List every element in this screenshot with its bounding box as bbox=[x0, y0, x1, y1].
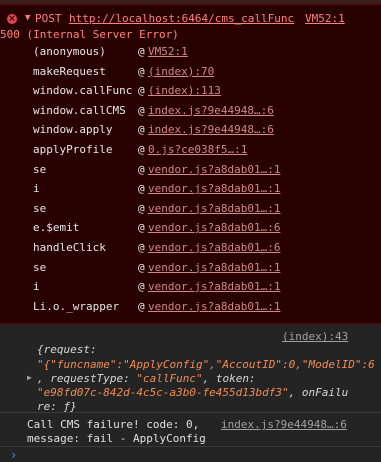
frame-source-link[interactable]: vendor.js?a8dab01…:1 bbox=[148, 202, 280, 215]
frame-function-name: (anonymous) bbox=[33, 45, 106, 58]
frame-function-name: se bbox=[33, 162, 47, 176]
frame-function-name: i bbox=[33, 182, 40, 196]
frame-function-name: window.callCMS bbox=[33, 103, 126, 117]
frame-source-link[interactable]: (index):113 bbox=[148, 84, 221, 97]
console-prompt-icon[interactable]: › bbox=[10, 448, 17, 462]
stack-frame: (anonymous) @ VM52:1 bbox=[0, 45, 381, 65]
console-log-object: (index):43 {request: "{"funcname":"Apply… bbox=[0, 327, 381, 413]
at-symbol: @ bbox=[138, 221, 145, 235]
source-link[interactable]: VM52:1 bbox=[305, 12, 345, 25]
at-symbol: @ bbox=[138, 45, 145, 58]
at-symbol: @ bbox=[138, 201, 145, 215]
at-symbol: @ bbox=[138, 240, 145, 254]
frame-function-name: se bbox=[33, 201, 47, 215]
frame-function-name: window.callFunc bbox=[33, 84, 133, 98]
log-message-line: Call CMS failure! code: 0, bbox=[27, 418, 200, 431]
console-log-message: Call CMS failure! code: 0, index.js?9e44… bbox=[0, 417, 381, 447]
stack-frame: i @ vendor.js?a8dab01…:1 bbox=[0, 280, 381, 300]
log-message-line: message: fail - ApplyConfig bbox=[27, 432, 206, 445]
frame-function-name: se bbox=[33, 260, 47, 274]
object-preview-line: , requestType: "callFunc", token: bbox=[37, 372, 256, 385]
at-symbol: @ bbox=[138, 280, 145, 294]
object-preview-line: "{"funcname":"ApplyConfig","AccoutID":0,… bbox=[37, 358, 375, 371]
source-link[interactable]: (index):43 bbox=[282, 330, 348, 343]
stack-frame: window.callFunc @ (index):113 bbox=[0, 84, 381, 104]
frame-source-link[interactable]: vendor.js?a8dab01…:1 bbox=[148, 261, 280, 274]
expand-object-icon[interactable]: ▶ bbox=[27, 373, 32, 382]
error-icon: × bbox=[7, 14, 17, 24]
frame-source-link[interactable]: (index):70 bbox=[148, 65, 214, 78]
frame-source-link[interactable]: index.js?9e44948…:6 bbox=[148, 104, 274, 117]
stack-frame: se @ vendor.js?a8dab01…:1 bbox=[0, 163, 381, 183]
frame-source-link[interactable]: vendor.js?a8dab01…:6 bbox=[148, 241, 280, 254]
stack-frame: applyProfile @0.js?ce038f5…:1 bbox=[0, 143, 381, 163]
stack-frame: i @ vendor.js?a8dab01…:1 bbox=[0, 182, 381, 202]
frame-function-name: applyProfile bbox=[33, 142, 113, 156]
network-error-entry: × ▼ POST http://localhost:6464/cms_callF… bbox=[0, 4, 381, 324]
frame-source-link[interactable]: vendor.js?a8dab01…:1 bbox=[148, 280, 280, 293]
at-symbol: @ bbox=[138, 103, 145, 117]
frame-source-link[interactable]: vendor.js?a8dab01…:6 bbox=[148, 221, 280, 234]
expand-triangle-icon[interactable]: ▼ bbox=[25, 13, 30, 23]
at-symbol: @ bbox=[138, 162, 145, 176]
frame-source-link[interactable]: vendor.js?a8dab01…:1 bbox=[148, 300, 280, 313]
stack-frame: e.$emit @ vendor.js?a8dab01…:6 bbox=[0, 221, 381, 241]
stack-trace: (anonymous) @ VM52:1 makeRequest @ (index):70… bbox=[0, 45, 381, 319]
stack-frame: handleClick @ vendor.js?a8dab01…:6 bbox=[0, 241, 381, 261]
frame-function-name: handleClick bbox=[33, 240, 106, 254]
at-symbol: @ bbox=[138, 142, 145, 156]
request-method: POST bbox=[35, 12, 62, 25]
frame-function-name: makeRequest bbox=[33, 64, 106, 78]
request-url-link[interactable]: http://localhost:6464/cms_callFunc bbox=[69, 12, 294, 25]
frame-function-name: e.$emit bbox=[33, 221, 80, 235]
stack-frame: window.callCMS @ index.js?9e44948…:6 bbox=[0, 104, 381, 124]
frame-function-name: i bbox=[33, 280, 40, 294]
divider bbox=[0, 412, 381, 413]
object-preview-line: {request: bbox=[37, 343, 97, 356]
status-text: 500 (Internal Server Error) bbox=[0, 28, 179, 41]
frame-function-name: Li.o._wrapper bbox=[33, 299, 120, 313]
at-symbol: @ bbox=[138, 260, 145, 274]
stack-frame: se @ vendor.js?a8dab01…:1 bbox=[0, 202, 381, 222]
divider bbox=[0, 446, 381, 447]
stack-frame: Li.o._wrapper @ vendor.js?a8dab01…:1 bbox=[0, 300, 381, 320]
at-symbol: @ bbox=[138, 123, 145, 137]
frame-source-link[interactable]: 0.js?ce038f5…:1 bbox=[148, 143, 247, 156]
frame-function-name: window.apply bbox=[33, 123, 113, 137]
at-symbol: @ bbox=[138, 182, 145, 196]
stack-frame: window.apply @ index.js?9e44948…:6 bbox=[0, 123, 381, 143]
frame-source-link[interactable]: vendor.js?a8dab01…:1 bbox=[148, 163, 280, 176]
object-preview-line: "e98fd07c-842d-4c5c-a3b0-fe455d13bdf3", … bbox=[37, 386, 349, 399]
source-link[interactable]: index.js?9e44948…:6 bbox=[221, 418, 347, 431]
stack-frame: se @ vendor.js?a8dab01…:1 bbox=[0, 261, 381, 281]
at-symbol: @ bbox=[138, 84, 145, 98]
stack-frame: makeRequest @ (index):70 bbox=[0, 65, 381, 85]
frame-source-link[interactable]: vendor.js?a8dab01…:1 bbox=[148, 182, 280, 195]
at-symbol: @ bbox=[138, 299, 145, 313]
frame-source-link[interactable]: VM52:1 bbox=[148, 45, 188, 58]
frame-source-link[interactable]: index.js?9e44948…:6 bbox=[148, 123, 274, 136]
at-symbol: @ bbox=[138, 64, 145, 78]
